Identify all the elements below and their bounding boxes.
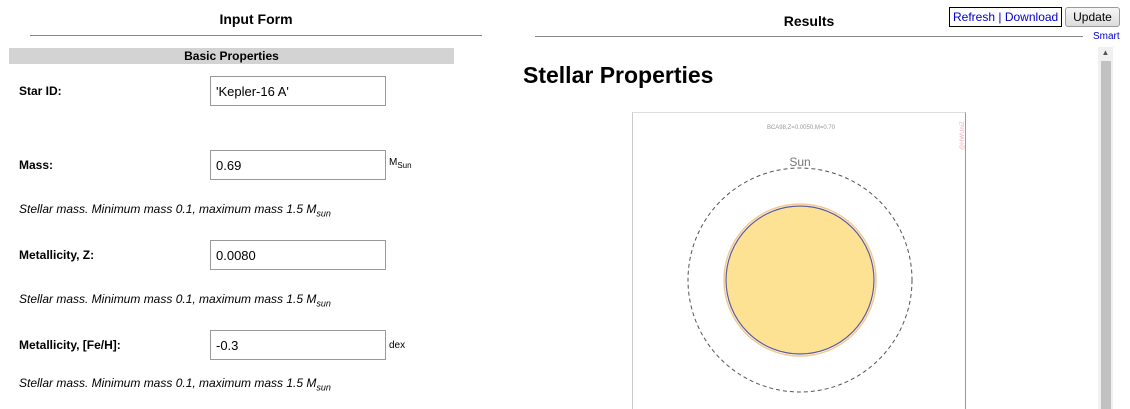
metallicity-feh-input[interactable]: [210, 330, 386, 360]
metallicity-feh-unit: dex: [389, 340, 406, 351]
input-form-title: Input Form: [219, 11, 293, 27]
refresh-download-links: Refresh | Download: [949, 7, 1063, 27]
mass-help-text: Stellar mass. Minimum mass 0.1, maximum …: [19, 202, 331, 218]
metallicity-z-label: Metallicity, Z:: [19, 248, 95, 262]
basic-properties-header: Basic Properties: [9, 48, 454, 64]
metallicity-z-help-text: Stellar mass. Minimum mass 0.1, maximum …: [19, 292, 331, 308]
mass-help-main: Stellar mass. Minimum mass 0.1, maximum …: [19, 202, 317, 216]
scroll-up-arrow-icon[interactable]: ▲: [1098, 47, 1113, 59]
metallicity-z-input[interactable]: [210, 240, 386, 270]
mass-label: Mass:: [19, 158, 54, 172]
plot-caption: BCA98,Z=0.0050,M=0.70: [767, 125, 836, 131]
metallicity-z-help-main: Stellar mass. Minimum mass 0.1, maximum …: [19, 292, 317, 306]
scrollbar-thumb[interactable]: [1101, 61, 1111, 409]
metallicity-feh-help-text: Stellar mass. Minimum mass 0.1, maximum …: [19, 376, 331, 392]
refresh-link[interactable]: Refresh: [953, 10, 995, 24]
star-id-label: Star ID:: [19, 84, 62, 98]
mass-unit: MSun: [389, 157, 412, 170]
download-link[interactable]: Download: [1005, 10, 1058, 24]
metallicity-feh-label: Metallicity, [Fe/H]:: [19, 338, 121, 352]
mass-unit-sub: Sun: [397, 161, 412, 170]
mass-help-sub: sun: [316, 208, 331, 219]
metallicity-z-help-sub: sun: [316, 298, 331, 309]
app-root: Input Form Basic Properties Star ID: Mas…: [0, 0, 1130, 409]
update-button[interactable]: Update: [1065, 7, 1120, 27]
metallicity-feh-help-sub: sun: [316, 382, 331, 393]
star-plot: BCA98,Z=0.0050,M=0.70 @HWUniZ Sun: [632, 112, 966, 409]
star-id-input[interactable]: [210, 76, 386, 106]
star-plot-svg: BCA98,Z=0.0050,M=0.70 @HWUniZ Sun: [687, 121, 966, 393]
sun-label: Sun: [789, 155, 810, 169]
stellar-properties-heading: Stellar Properties: [523, 62, 714, 88]
link-separator: |: [998, 10, 1002, 24]
results-divider: [535, 36, 1083, 37]
input-form-divider: [30, 35, 482, 36]
mass-input[interactable]: [210, 150, 386, 180]
plot-watermark: @HWUniZ: [960, 121, 966, 150]
smart-link[interactable]: Smart: [1093, 31, 1120, 42]
metallicity-feh-help-main: Stellar mass. Minimum mass 0.1, maximum …: [19, 376, 317, 390]
star-disk: [725, 205, 875, 355]
